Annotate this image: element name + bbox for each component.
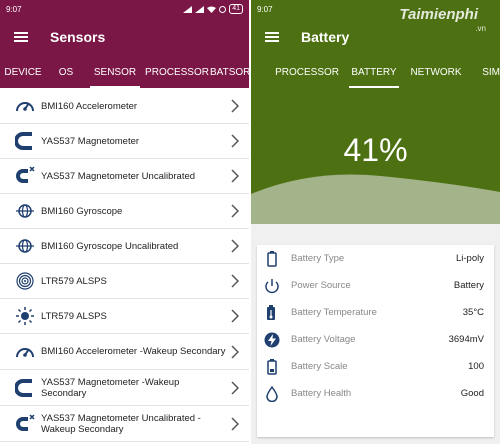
battery-health-value: Good	[460, 388, 484, 399]
gyroscope-icon	[14, 200, 36, 222]
tab-sensor[interactable]: SENSOR	[86, 56, 144, 88]
list-item[interactable]: LTR579 ALSPS	[0, 299, 249, 334]
list-item-label: YAS537 Magnetometer	[41, 135, 140, 147]
battery-wave	[251, 174, 500, 224]
list-item-label: BMI160 Gyroscope	[41, 205, 123, 217]
list-item[interactable]: BMI160 Gyroscope	[0, 194, 249, 229]
list-item-label: LTR579 ALSPS	[41, 275, 107, 287]
list-item[interactable]: BMI160 Accelerometer	[0, 89, 249, 124]
lightning-icon	[263, 331, 281, 349]
list-item[interactable]: BMI160 Accelerometer -Wakeup Secondary	[0, 334, 249, 370]
tab-sim-partial[interactable]: SIM	[469, 56, 500, 88]
watermark-logo: Taimienphi	[399, 6, 478, 23]
light-icon	[14, 305, 36, 327]
app-bar: Battery	[251, 18, 500, 56]
sensors-screen: 9:07 41 Sensors DEVICE OS SENSOR PROCESS…	[0, 0, 249, 444]
sensor-list: BMI160 Accelerometer YAS537 Magnetometer…	[0, 89, 249, 442]
power-source-value: Battery	[453, 280, 484, 291]
magnet-icon	[14, 377, 36, 399]
battery-header: 9:07 Taimienphi .vn Battery PROCESSOR BA…	[251, 0, 500, 88]
signal-icon	[183, 5, 193, 13]
list-item-label: YAS537 Magnetometer Uncalibrated	[41, 170, 196, 182]
page-title: Battery	[301, 29, 350, 45]
chevron-right-icon	[231, 344, 239, 359]
chevron-right-icon	[231, 169, 239, 183]
page-title: Sensors	[50, 29, 106, 45]
tab-battery[interactable]: BATTERY	[345, 56, 403, 88]
battery-health-label: Battery Health	[291, 388, 352, 399]
list-item[interactable]: YAS537 Magnetometer -Wakeup Secondary	[0, 370, 249, 406]
magnet-icon	[14, 130, 36, 152]
battery-health-row: Battery Health Good	[257, 380, 494, 407]
battery-screen: 9:07 Taimienphi .vn Battery PROCESSOR BA…	[251, 0, 500, 444]
status-bar: 9:07 41	[0, 0, 249, 18]
magnet-uncalibrated-icon	[14, 165, 36, 187]
thermometer-icon	[263, 304, 281, 322]
tab-bar: PROCESSOR BATTERY NETWORK SIM	[251, 56, 500, 88]
list-item[interactable]: YAS537 Magnetometer Uncalibrated	[0, 159, 249, 194]
battery-scale-icon	[263, 358, 281, 376]
sensors-header: 9:07 41 Sensors DEVICE OS SENSOR PROCESS…	[0, 0, 249, 88]
battery-scale-label: Battery Scale	[291, 361, 348, 372]
tab-bar: DEVICE OS SENSOR PROCESSOR BATSOR	[0, 56, 249, 88]
tab-processor[interactable]: PROCESSOR	[144, 56, 210, 88]
menu-icon[interactable]	[265, 32, 279, 42]
speedometer-icon	[14, 95, 36, 117]
list-item[interactable]: YAS537 Magnetometer	[0, 124, 249, 159]
chevron-right-icon	[231, 99, 239, 113]
tab-device[interactable]: DEVICE	[0, 56, 46, 88]
chevron-right-icon	[231, 416, 239, 431]
wifi-icon	[207, 6, 217, 13]
list-item[interactable]: LTR579 ALSPS	[0, 264, 249, 299]
power-source-label: Power Source	[291, 280, 351, 291]
tab-processor[interactable]: PROCESSOR	[251, 56, 345, 88]
battery-type-label: Battery Type	[291, 253, 345, 264]
status-time: 9:07	[6, 4, 22, 14]
battery-scale-value: 100	[468, 361, 484, 372]
tab-os[interactable]: OS	[46, 56, 86, 88]
battery-temperature-row: Battery Temperature 35°C	[257, 299, 494, 326]
magnet-uncalibrated-icon	[14, 413, 36, 435]
droplet-icon	[263, 385, 281, 403]
battery-icon	[263, 250, 281, 268]
battery-voltage-row: Battery Voltage 3694mV	[257, 326, 494, 353]
battery-type-value: Li-poly	[456, 253, 484, 264]
battery-voltage-label: Battery Voltage	[291, 334, 356, 345]
signal-icon	[195, 5, 205, 13]
battery-status-icon: 41	[229, 4, 243, 14]
chevron-right-icon	[231, 309, 239, 323]
battery-voltage-value: 3694mV	[448, 334, 484, 345]
speedometer-icon	[14, 341, 36, 363]
list-item-label: BMI160 Gyroscope Uncalibrated	[41, 240, 179, 252]
chevron-right-icon	[231, 134, 239, 148]
list-item[interactable]: YAS537 Magnetometer Uncalibrated - Wakeu…	[0, 406, 249, 442]
list-item-label: LTR579 ALSPS	[41, 310, 107, 322]
list-item-label: YAS537 Magnetometer -Wakeup Secondary	[41, 376, 180, 399]
battery-type-row: Battery Type Li-poly	[257, 245, 494, 272]
chevron-right-icon	[231, 274, 239, 288]
chevron-right-icon	[231, 239, 239, 253]
list-item-label: BMI160 Accelerometer -Wakeup Secondary	[41, 346, 226, 357]
power-icon	[263, 277, 281, 295]
list-item-label: YAS537 Magnetometer Uncalibrated - Wakeu…	[41, 412, 201, 435]
gyroscope-icon	[14, 235, 36, 257]
list-item[interactable]: BMI160 Gyroscope Uncalibrated	[0, 229, 249, 264]
alarm-icon	[219, 5, 227, 13]
battery-temperature-value: 35°C	[462, 307, 484, 318]
battery-info-card: Battery Type Li-poly Power Source Batter…	[257, 245, 494, 437]
tab-network[interactable]: NETWORK	[403, 56, 469, 88]
proximity-icon	[14, 270, 36, 292]
chevron-right-icon	[231, 204, 239, 218]
battery-level-gauge: 41%	[251, 88, 500, 224]
power-source-row: Power Source Battery	[257, 272, 494, 299]
battery-scale-row: Battery Scale 100	[257, 353, 494, 380]
list-item-label: BMI160 Accelerometer	[41, 100, 138, 112]
battery-temperature-label: Battery Temperature	[291, 307, 377, 318]
chevron-right-icon	[231, 380, 239, 395]
watermark-suffix: .vn	[475, 24, 486, 33]
tab-battery-partial[interactable]: BATSOR	[210, 56, 249, 88]
app-bar: Sensors	[0, 18, 249, 56]
menu-icon[interactable]	[14, 32, 28, 42]
